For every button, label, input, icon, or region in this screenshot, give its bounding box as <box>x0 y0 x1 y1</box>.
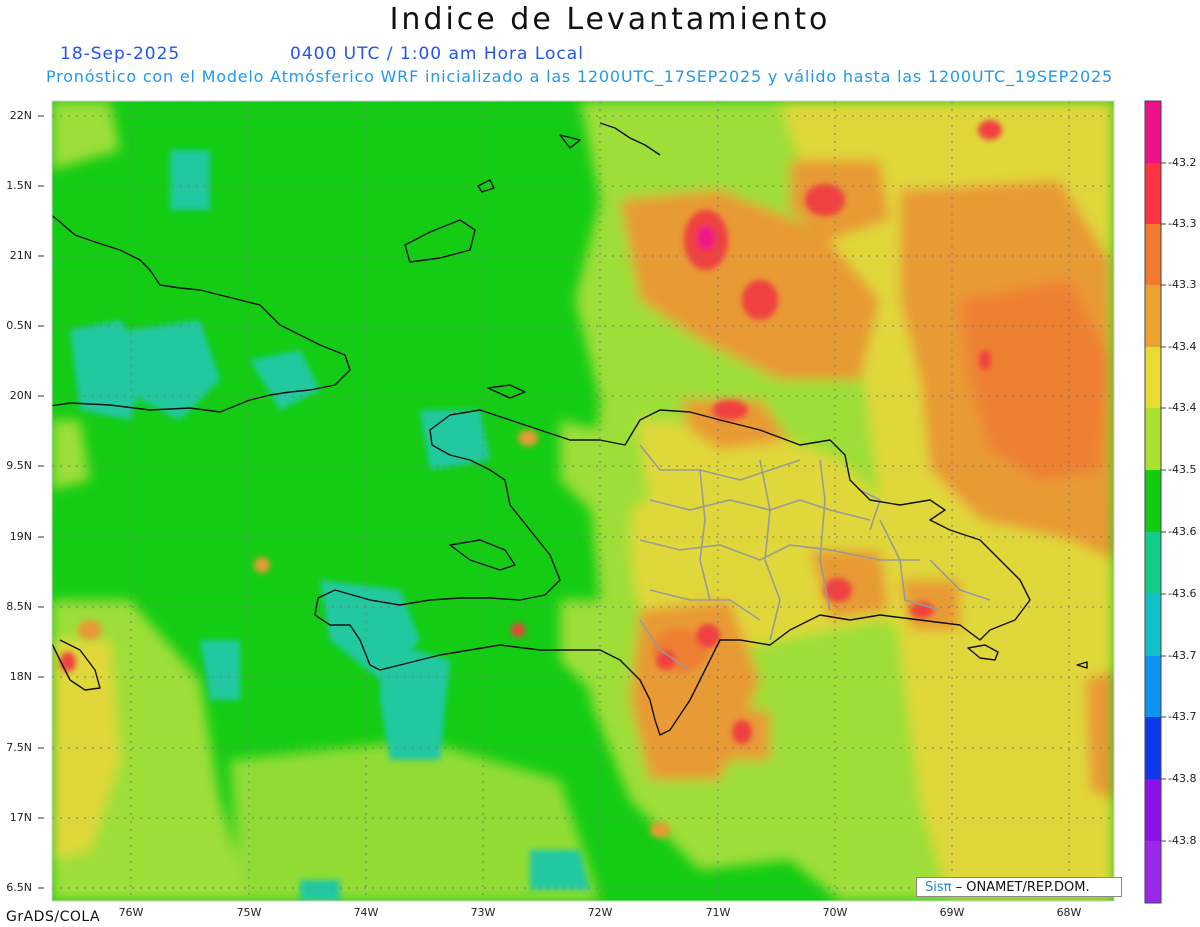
colorbar-label: -43.8 <box>1168 772 1197 785</box>
colorbar-label: -43.4 <box>1168 401 1197 414</box>
lon-label: 73W <box>470 906 496 919</box>
lon-label: 75W <box>236 906 262 919</box>
lat-label: 22N <box>9 109 32 122</box>
onamet-credit: – ONAMET/REP.DOM. <box>951 880 1090 895</box>
sispi-brand: Sisπ <box>925 880 952 895</box>
lat-label: 9.5N <box>6 459 32 472</box>
grads-credit: GrADS/COLA <box>6 909 101 925</box>
lat-label: 20N <box>9 389 32 402</box>
lon-label: 69W <box>939 906 965 919</box>
lifted-index-field <box>52 101 1114 901</box>
lon-label: 76W <box>118 906 144 919</box>
lat-label: 19N <box>9 530 32 543</box>
lat-label: 1.5N <box>6 179 32 192</box>
colorbar-label: -43.6 <box>1168 587 1197 600</box>
colorbar <box>1144 100 1166 904</box>
sispi-badge: Sisπ – ONAMET/REP.DOM. <box>916 877 1122 897</box>
colorbar-label: -43.6 <box>1168 525 1197 538</box>
lat-label: 0.5N <box>6 319 32 332</box>
colorbar-label: -43.8 <box>1168 834 1197 847</box>
lat-label: 18N <box>9 670 32 683</box>
lat-label: 8.5N <box>6 600 32 613</box>
lon-label: 68W <box>1056 906 1082 919</box>
colorbar-label: -43.3 <box>1168 278 1197 291</box>
colorbar-label: -43.2 <box>1168 156 1197 169</box>
lon-label: 70W <box>822 906 848 919</box>
lat-label: 17N <box>9 811 32 824</box>
lat-label: 21N <box>9 249 32 262</box>
lat-label: 7.5N <box>6 741 32 754</box>
colorbar-label: -43.7 <box>1168 710 1197 723</box>
lon-label: 74W <box>353 906 379 919</box>
colorbar-label: -43.3 <box>1168 217 1197 230</box>
colorbar-label: -43.7 <box>1168 649 1197 662</box>
axis-ticks <box>38 115 44 889</box>
colorbar-label: -43.5 <box>1168 463 1197 476</box>
lon-label: 71W <box>705 906 731 919</box>
colorbar-label: -43.4 <box>1168 340 1197 353</box>
lon-label: 72W <box>587 906 613 919</box>
lat-label: 6.5N <box>6 881 32 894</box>
map-canvas <box>38 100 1166 904</box>
